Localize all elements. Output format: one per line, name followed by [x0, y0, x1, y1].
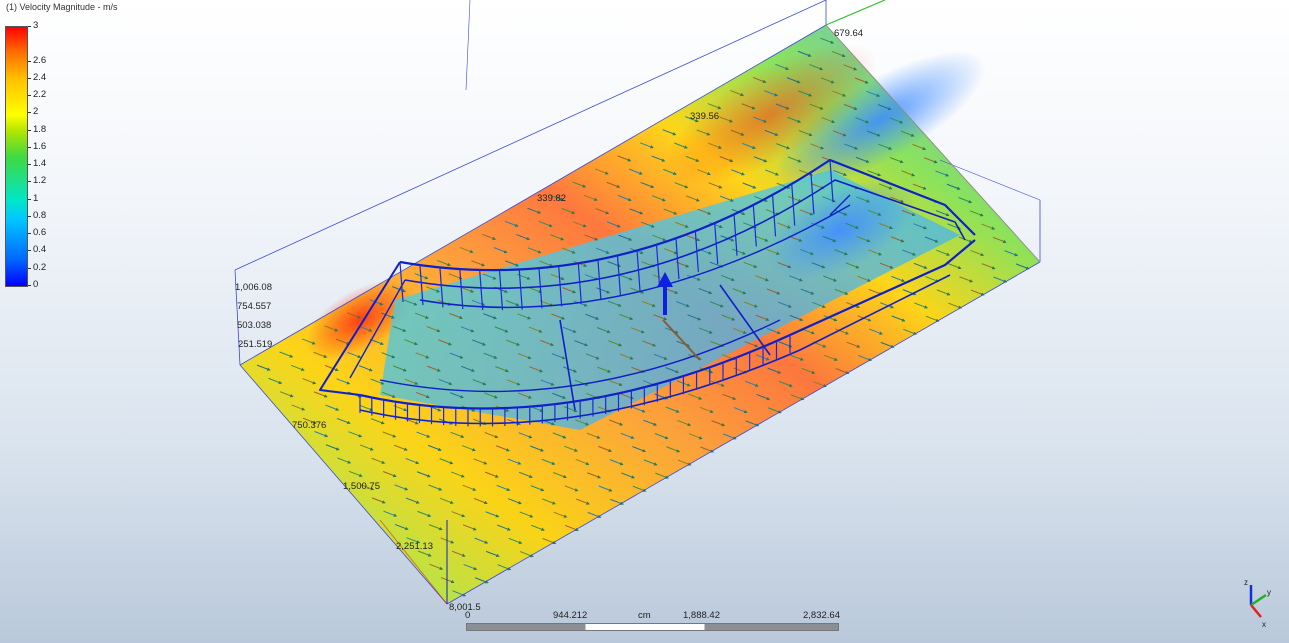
- flow-domain-plane: [240, 25, 1040, 604]
- scale-unit: cm: [638, 610, 651, 621]
- legend-tick-4: 2: [27, 106, 39, 118]
- legend-tick-7: 1.4: [27, 158, 47, 170]
- legend-tick-8: 1.2: [27, 175, 47, 187]
- legend-tick-6: 1.6: [27, 140, 47, 152]
- top-right-label: 679.64: [834, 28, 864, 39]
- orientation-triad[interactable]: z y x: [1236, 575, 1286, 635]
- z-axis-label-1: 1,006.08: [235, 282, 272, 293]
- x-axis-label-2: 1,500.75: [343, 481, 380, 492]
- scale-label-3: 2,832.64: [803, 610, 840, 621]
- legend-tick-14: 0: [27, 279, 39, 290]
- legend-tick-2: 2.4: [27, 71, 47, 83]
- legend-tick-1: 2.6: [27, 54, 47, 66]
- legend-tick-11: 0.6: [27, 227, 47, 239]
- legend-tick-10: 0.8: [27, 209, 47, 221]
- top-mid-label: 339.56: [690, 111, 720, 122]
- z-axis-label-3: 503.038: [237, 320, 272, 331]
- legend-tick-13: 0.2: [27, 261, 47, 273]
- scale-bar: [466, 623, 839, 631]
- legend-title: (1) Velocity Magnitude - m/s: [6, 2, 118, 12]
- triad-z-label: z: [1244, 578, 1248, 587]
- color-legend-bar: [5, 26, 28, 287]
- x-axis-label-3: 2,251.13: [396, 541, 433, 552]
- scale-label-1: 944.212: [553, 610, 588, 621]
- legend-tick-5: 1.8: [27, 123, 47, 135]
- scale-label-2: 1,888.42: [683, 610, 720, 621]
- 3d-viewport[interactable]: [0, 0, 1289, 643]
- legend-tick-3: 2.2: [27, 89, 47, 101]
- legend-tick-9: 1: [27, 192, 39, 204]
- x-axis-label-1: 750.376: [292, 420, 327, 431]
- center-label: 339.82: [537, 193, 567, 204]
- triad-y-axis: [1250, 593, 1267, 607]
- legend-tick-0: 3: [27, 20, 39, 31]
- triad-x-label: x: [1262, 620, 1266, 629]
- triad-x-axis: [1250, 604, 1262, 618]
- triad-y-label: y: [1267, 588, 1271, 597]
- z-axis-label-2: 754.557: [237, 301, 272, 312]
- scale-label-0: 0: [465, 610, 471, 621]
- z-axis-label-4: 251.519: [238, 339, 273, 350]
- legend-tick-12: 0.4: [27, 244, 47, 256]
